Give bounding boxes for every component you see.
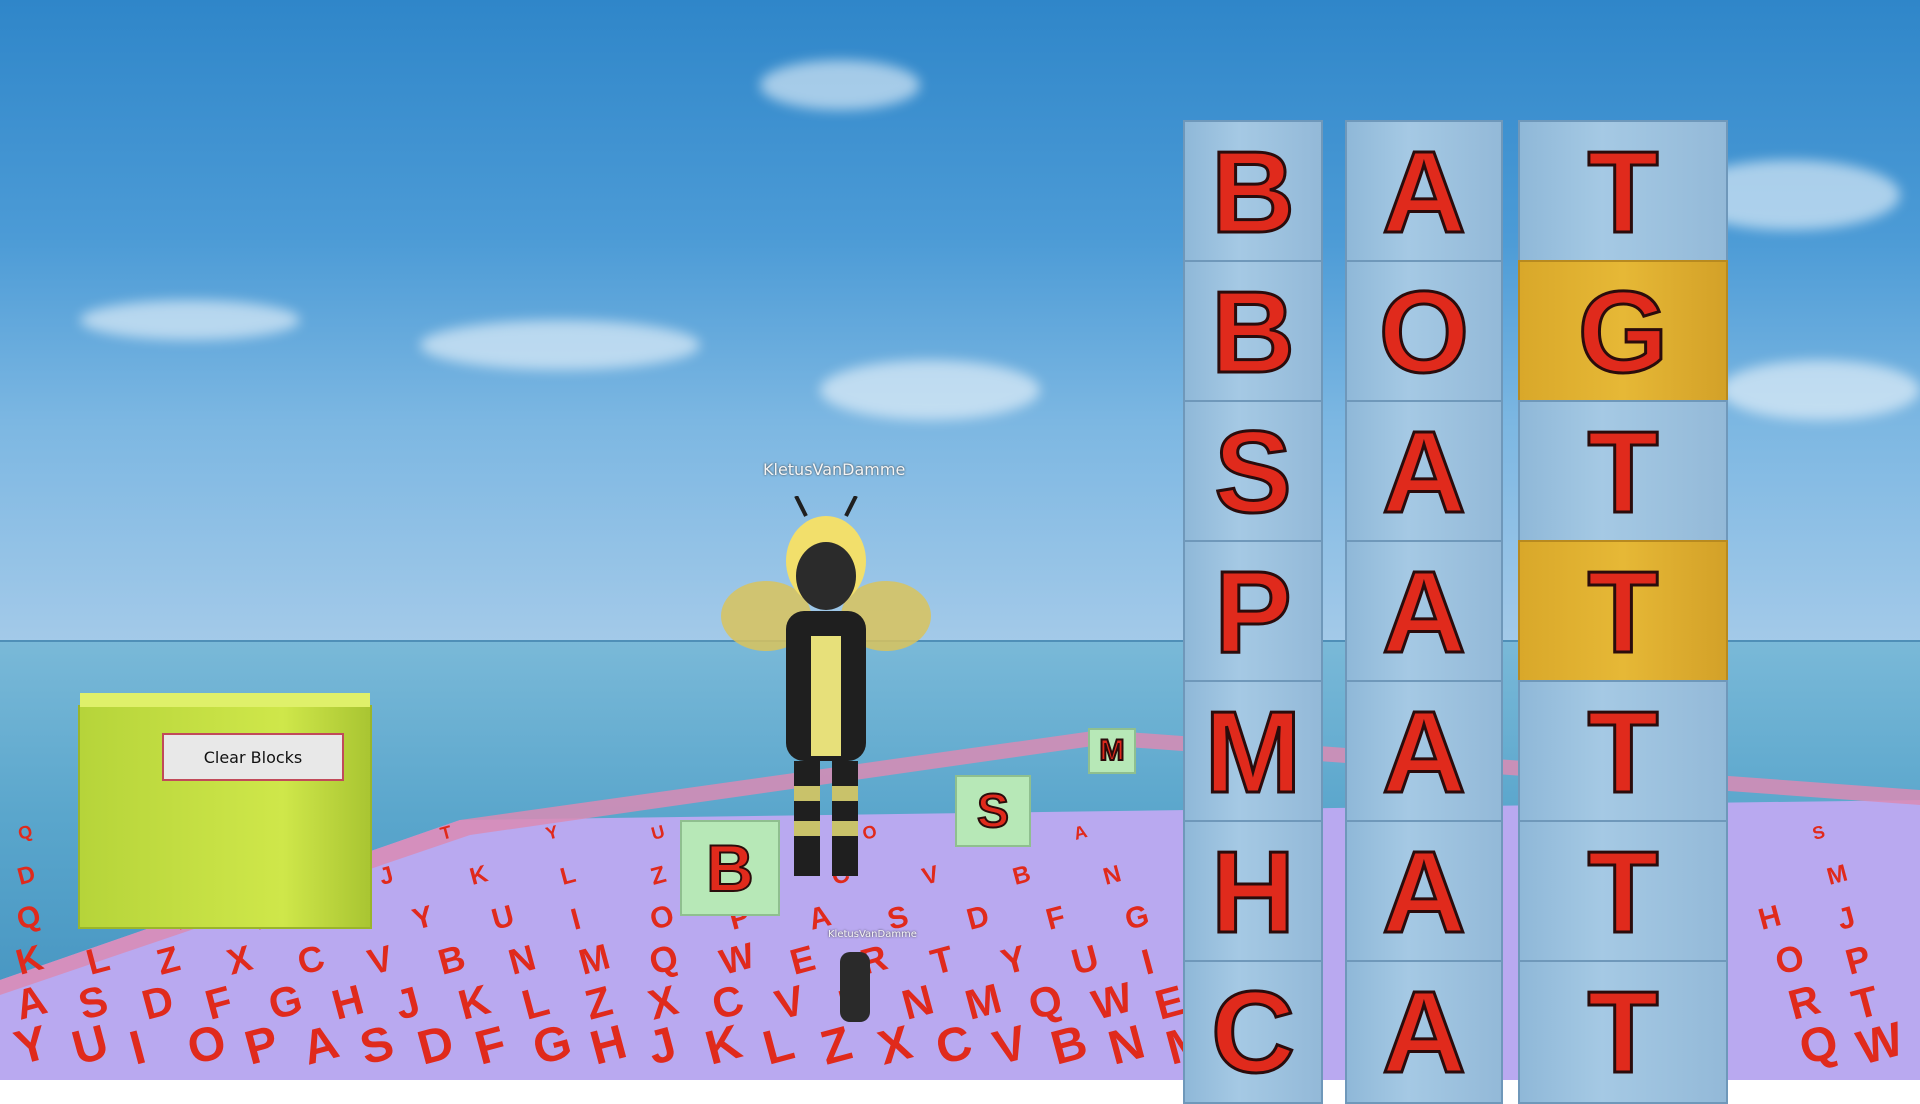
ground-cube-m[interactable]: M: [1088, 728, 1136, 774]
minimap-avatar: [840, 952, 870, 1022]
tower-1-block-4[interactable]: P: [1183, 540, 1323, 684]
clear-blocks-sign: Clear Blocks: [78, 693, 372, 929]
tower-2-block-7[interactable]: A: [1345, 960, 1503, 1104]
floor-letter: D: [15, 860, 39, 891]
tower-1-block-7[interactable]: C: [1183, 960, 1323, 1104]
ground-cube-s[interactable]: S: [955, 775, 1031, 847]
tower-1-block-6[interactable]: H: [1183, 820, 1323, 964]
tower-2-block-5[interactable]: A: [1345, 680, 1503, 824]
tower-3-block-4[interactable]: T: [1518, 540, 1728, 684]
minimap-nametag: KletusVanDamme: [828, 929, 917, 940]
tower-1-block-2[interactable]: B: [1183, 260, 1323, 404]
floor-letter: Q: [16, 821, 35, 844]
tower-3-block-2[interactable]: G: [1518, 260, 1728, 404]
tower-1-block-1[interactable]: B: [1183, 120, 1323, 264]
tower-2-block-4[interactable]: A: [1345, 540, 1503, 684]
sign-top: [80, 693, 370, 707]
ground-cube-b[interactable]: B: [680, 820, 780, 916]
tower-3-block-6[interactable]: T: [1518, 820, 1728, 964]
tower-3-block-5[interactable]: T: [1518, 680, 1728, 824]
tower-2-block-2[interactable]: O: [1345, 260, 1503, 404]
tower-1-block-5[interactable]: M: [1183, 680, 1323, 824]
tower-2-block-3[interactable]: A: [1345, 400, 1503, 544]
tower-3-block-3[interactable]: T: [1518, 400, 1728, 544]
clear-blocks-button[interactable]: Clear Blocks: [162, 733, 344, 781]
tower-3-block-7[interactable]: T: [1518, 960, 1728, 1104]
tower-2-block-6[interactable]: A: [1345, 820, 1503, 964]
floor-letter: Q: [13, 899, 44, 937]
tower-1-block-3[interactable]: S: [1183, 400, 1323, 544]
tower-2-block-1[interactable]: A: [1345, 120, 1503, 264]
tower-3-block-1[interactable]: T: [1518, 120, 1728, 264]
player-nametag: KletusVanDamme: [763, 460, 906, 479]
